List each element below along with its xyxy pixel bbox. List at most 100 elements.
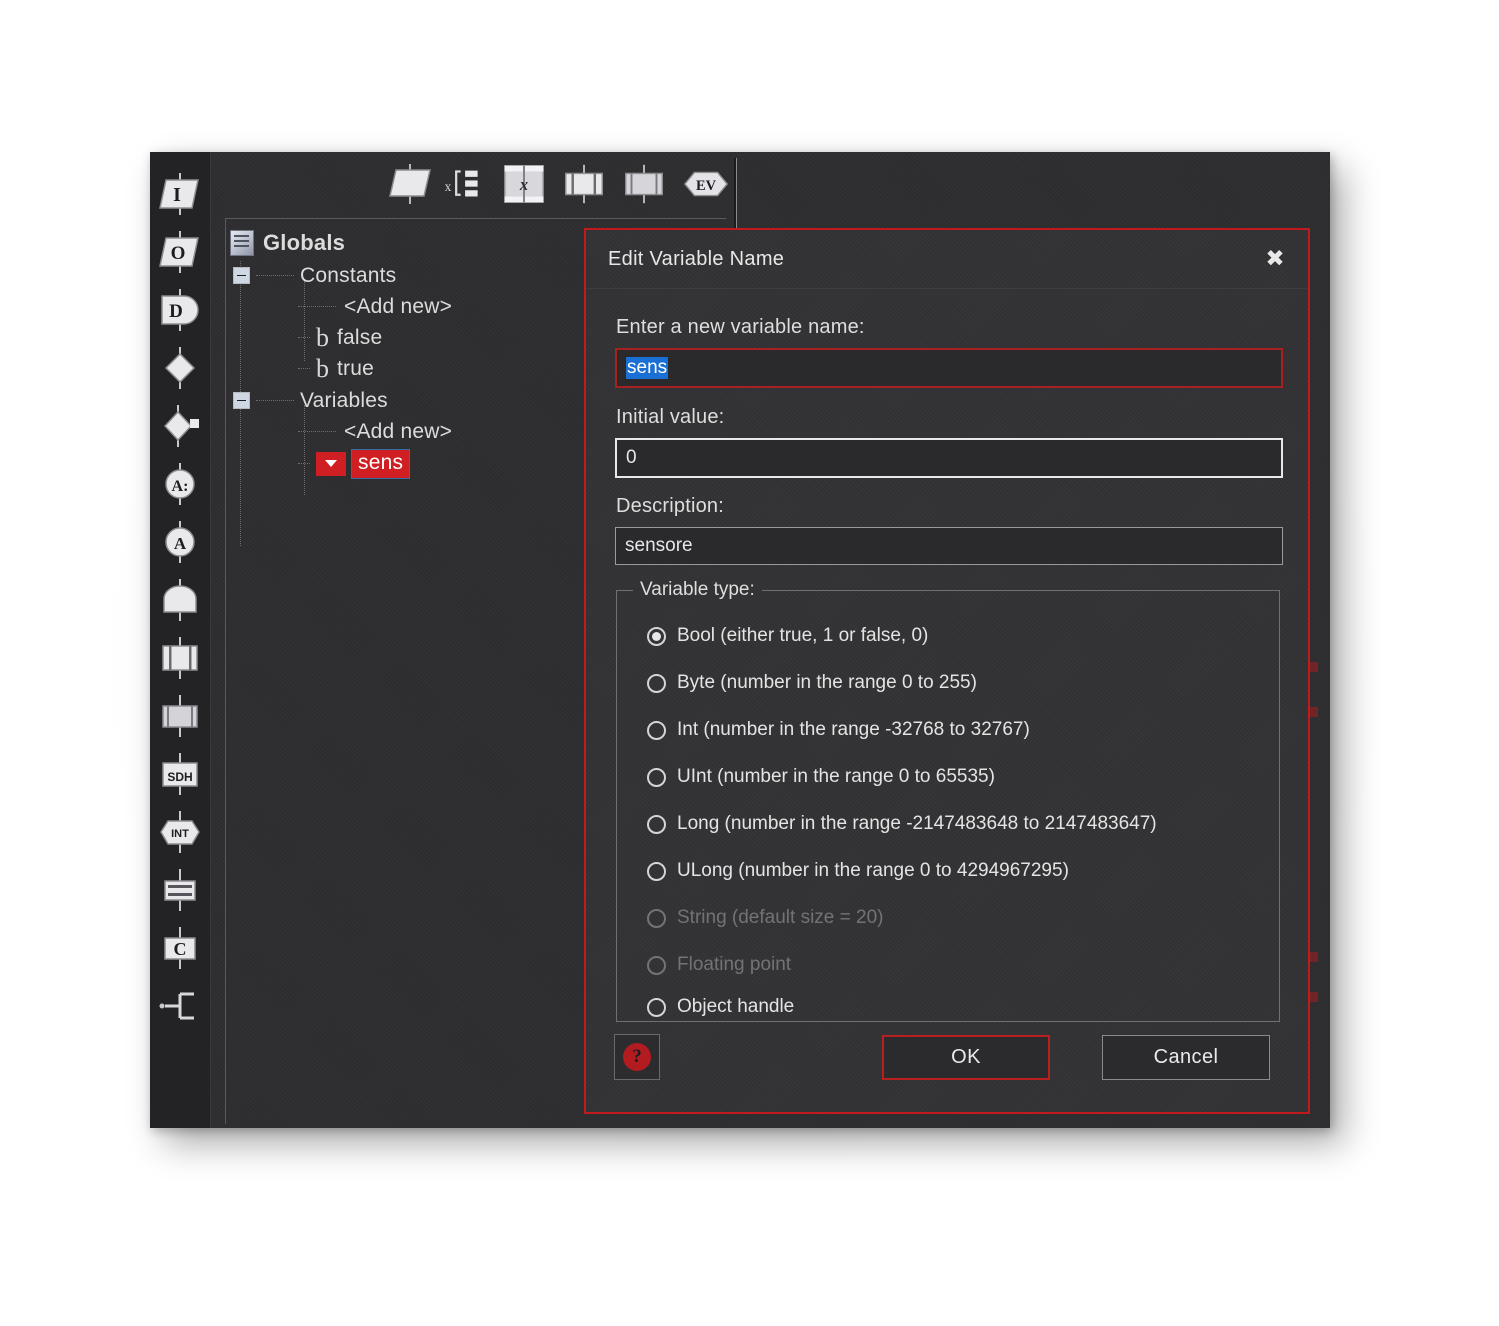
radio-icon[interactable]: [647, 767, 666, 787]
expander-collapse-icon[interactable]: [233, 392, 250, 409]
top-tool-palette: x x EV: [211, 152, 1330, 216]
radio-option-bool[interactable]: Bool (either true, 1 or false, 0): [647, 625, 928, 647]
macro-icon[interactable]: [619, 160, 669, 208]
radio-icon[interactable]: [647, 626, 666, 646]
decision-block-icon[interactable]: D: [156, 286, 204, 334]
radio-option-byte[interactable]: Byte (number in the range 0 to 255): [647, 672, 977, 694]
variable-name-input[interactable]: sens: [615, 348, 1283, 388]
dialog-titlebar: Edit Variable Name ✖: [586, 230, 1308, 289]
sdh-block-icon[interactable]: SDH: [156, 750, 204, 798]
tree-item-constants-add-new[interactable]: <Add new>: [298, 291, 452, 322]
svg-text:I: I: [173, 184, 181, 206]
analog-input-icon[interactable]: A:: [156, 460, 204, 508]
tree-connector: [298, 367, 310, 370]
variable-type-group-title: Variable type:: [633, 579, 762, 601]
int-block-icon[interactable]: INT: [156, 808, 204, 856]
pwm-block-icon[interactable]: [156, 692, 204, 740]
svg-text:C: C: [174, 939, 187, 959]
bool-type-icon: b: [316, 322, 329, 352]
loop-block-icon[interactable]: [156, 982, 204, 1030]
tree-item-label: <Add new>: [344, 419, 453, 443]
radio-icon: [647, 955, 666, 975]
calculation-icon[interactable]: x: [499, 160, 549, 208]
tree-item-label: true: [337, 356, 374, 380]
initial-value-input[interactable]: 0: [615, 438, 1283, 478]
svg-text:D: D: [169, 301, 183, 322]
tree-item-label: Constants: [300, 263, 397, 287]
radio-label: UInt (number in the range 0 to 65535): [677, 766, 995, 787]
output-block-icon[interactable]: O: [156, 228, 204, 276]
radio-label: Object handle: [677, 996, 795, 1017]
tree-item-true[interactable]: b true: [298, 353, 374, 384]
svg-text:O: O: [171, 243, 186, 264]
radio-label: Int (number in the range -32768 to 32767…: [677, 719, 1030, 740]
radio-option-long[interactable]: Long (number in the range -2147483648 to…: [647, 813, 1157, 835]
tree-item-globals[interactable]: Globals: [230, 227, 345, 258]
radio-option-int[interactable]: Int (number in the range -32768 to 32767…: [647, 719, 1030, 741]
description-text: sensore: [625, 535, 693, 556]
radio-option-string: String (default size = 20): [647, 907, 883, 929]
new-flowchart-icon[interactable]: [385, 160, 435, 208]
expander-collapse-icon[interactable]: [233, 267, 250, 284]
event-icon[interactable]: EV: [681, 160, 731, 208]
radio-option-uint[interactable]: UInt (number in the range 0 to 65535): [647, 766, 995, 788]
radio-option-ulong[interactable]: ULong (number in the range 0 to 42949672…: [647, 860, 1069, 882]
tree-item-variables[interactable]: Variables: [233, 385, 388, 416]
comment-block-icon[interactable]: C: [156, 924, 204, 972]
help-button[interactable]: ?: [614, 1034, 660, 1080]
tree-connector: [256, 399, 294, 402]
radio-label: Floating point: [677, 954, 792, 975]
cancel-button[interactable]: Cancel: [1102, 1035, 1270, 1080]
radio-label: Bool (either true, 1 or false, 0): [677, 625, 929, 646]
list-block-icon[interactable]: [156, 866, 204, 914]
subroutine-icon[interactable]: [559, 160, 609, 208]
variable-type-group: Variable type: Bool (either true, 1 or f…: [616, 579, 1280, 1022]
svg-text:SDH: SDH: [167, 770, 192, 784]
tree-item-label: sens: [350, 448, 411, 479]
radio-icon[interactable]: [647, 814, 666, 834]
tree-connector: [298, 305, 336, 308]
tree-item-constants[interactable]: Constants: [233, 260, 396, 291]
initial-value-label: Initial value:: [616, 406, 725, 428]
svg-text:INT: INT: [171, 828, 189, 840]
radio-icon[interactable]: [647, 861, 666, 881]
close-icon[interactable]: ✖: [1260, 244, 1290, 274]
variable-type-icon: [316, 451, 346, 476]
radio-icon[interactable]: [647, 720, 666, 740]
radio-label: ULong (number in the range 0 to 42949672…: [677, 860, 1069, 881]
svg-text:A: A: [174, 534, 187, 553]
tree-connector: [298, 430, 336, 433]
left-tool-palette: I O D A: A SDH INT C: [150, 152, 211, 1128]
tree-connector: [298, 336, 310, 339]
tree-connector: [256, 274, 294, 277]
variable-name-label: Enter a new variable name:: [616, 316, 865, 338]
globals-folder-icon: [230, 229, 254, 256]
tree-item-false[interactable]: b false: [298, 322, 382, 353]
tree-connector: [298, 462, 310, 465]
variable-list-icon[interactable]: x: [441, 160, 491, 208]
ok-button[interactable]: OK: [882, 1035, 1050, 1080]
tree-item-variables-add-new[interactable]: <Add new>: [298, 416, 452, 447]
tree-item-label: Variables: [300, 388, 388, 412]
radio-label: Byte (number in the range 0 to 255): [677, 672, 977, 693]
radio-icon[interactable]: [647, 997, 666, 1017]
edit-variable-name-dialog: Edit Variable Name ✖ Enter a new variabl…: [584, 228, 1310, 1114]
tree-item-sens[interactable]: sens: [298, 448, 411, 479]
connection-point-icon[interactable]: [156, 344, 204, 392]
radio-icon: [647, 908, 666, 928]
svg-text:EV: EV: [696, 178, 717, 194]
tree-item-label: Globals: [263, 229, 346, 255]
radio-label: String (default size = 20): [677, 907, 884, 928]
interrupt-block-icon[interactable]: [156, 576, 204, 624]
radio-icon[interactable]: [647, 673, 666, 693]
svg-text:x: x: [519, 175, 528, 194]
input-block-icon[interactable]: I: [156, 170, 204, 218]
radio-option-object-handle[interactable]: Object handle: [647, 996, 794, 1018]
dialog-title: Edit Variable Name: [608, 248, 785, 270]
description-input[interactable]: sensore: [615, 527, 1283, 565]
connection-point-plug-icon[interactable]: [156, 402, 204, 450]
variable-name-value: sens: [626, 357, 669, 379]
radio-option-floating-point: Floating point: [647, 954, 791, 976]
timer-block-icon[interactable]: [156, 634, 204, 682]
analog-output-icon[interactable]: A: [156, 518, 204, 566]
